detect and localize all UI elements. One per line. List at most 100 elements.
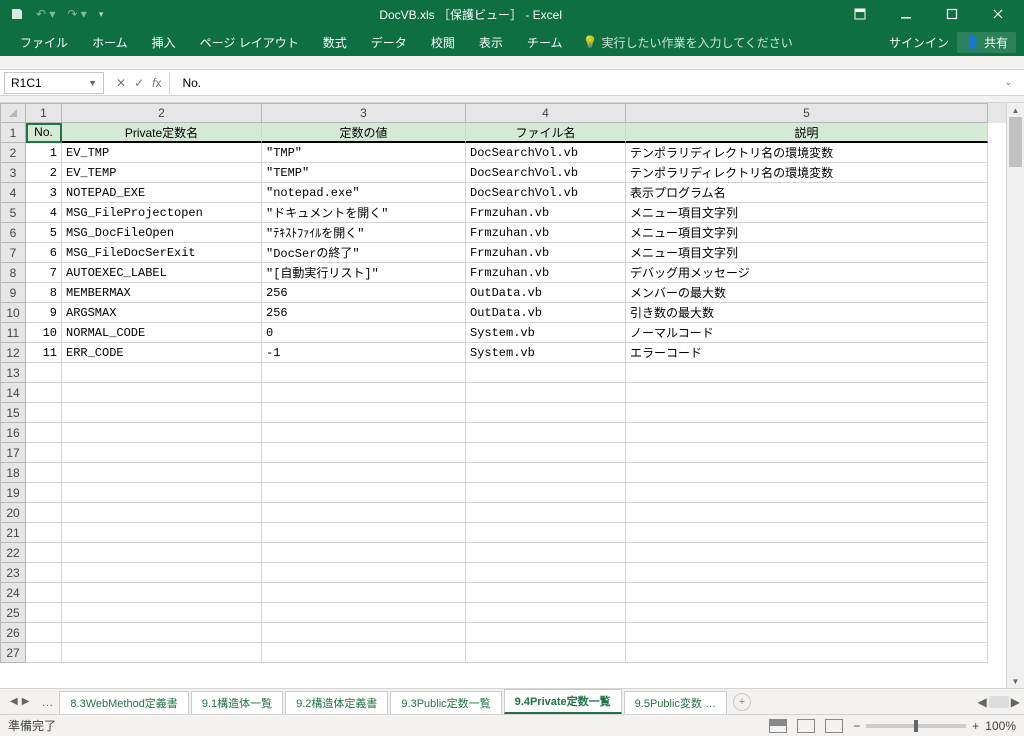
row-header[interactable]: 24 [0,583,26,603]
empty-cell[interactable] [626,563,988,583]
row-header[interactable]: 18 [0,463,26,483]
cancel-icon[interactable]: ✕ [116,76,126,90]
empty-cell[interactable] [262,403,466,423]
redo-icon[interactable]: ↷ ▾ [67,7,86,21]
cell-value[interactable]: "DocSerの終了" [262,243,466,263]
hscroll-right-icon[interactable]: ▶ [1011,695,1020,709]
empty-cell[interactable] [26,363,62,383]
cell-name[interactable]: ARGSMAX [62,303,262,323]
sheet-nav[interactable]: ◀▶ [4,696,35,707]
cell-file[interactable]: DocSearchVol.vb [466,143,626,163]
empty-cell[interactable] [466,403,626,423]
empty-cell[interactable] [26,603,62,623]
sheet-tab[interactable]: 9.3Public定数一覧 [390,691,501,714]
empty-cell[interactable] [466,563,626,583]
tab-view[interactable]: 表示 [467,28,515,56]
empty-cell[interactable] [262,483,466,503]
row-header[interactable]: 10 [0,303,26,323]
col-header-2[interactable]: 2 [62,103,262,123]
empty-cell[interactable] [262,603,466,623]
close-icon[interactable] [976,0,1020,28]
fx-icon[interactable]: fx [152,76,161,90]
empty-cell[interactable] [262,383,466,403]
empty-cell[interactable] [626,403,988,423]
enter-icon[interactable]: ✓ [134,76,144,90]
sheet-prev-icon[interactable]: ◀ [10,696,18,707]
signin-link[interactable]: サインイン [889,34,949,51]
empty-cell[interactable] [62,443,262,463]
cell-file[interactable]: Frmzuhan.vb [466,243,626,263]
row-header[interactable]: 20 [0,503,26,523]
row-header[interactable]: 8 [0,263,26,283]
empty-cell[interactable] [626,523,988,543]
view-normal-icon[interactable] [769,719,787,733]
empty-cell[interactable] [62,403,262,423]
empty-cell[interactable] [62,543,262,563]
empty-cell[interactable] [626,463,988,483]
empty-cell[interactable] [466,483,626,503]
sheet-tab[interactable]: 8.3WebMethod定義書 [59,691,188,714]
sheet-tab[interactable]: 9.5Public変数 … [624,691,727,714]
formula-input[interactable]: No. [182,76,201,90]
row-header[interactable]: 12 [0,343,26,363]
qat-customize-icon[interactable]: ▾ [99,9,104,20]
maximize-icon[interactable] [930,0,974,28]
cell-desc[interactable]: ノーマルコード [626,323,988,343]
cell-no[interactable]: 9 [26,303,62,323]
cell-no[interactable]: 6 [26,243,62,263]
hscroll-thumb[interactable] [989,696,1009,708]
empty-cell[interactable] [466,423,626,443]
row-header[interactable]: 15 [0,403,26,423]
empty-cell[interactable] [466,583,626,603]
cell-desc[interactable]: 表示プログラム名 [626,183,988,203]
col-header-1[interactable]: 1 [26,103,62,123]
empty-cell[interactable] [262,423,466,443]
empty-cell[interactable] [26,403,62,423]
sheet-next-icon[interactable]: ▶ [22,696,30,707]
empty-cell[interactable] [26,443,62,463]
empty-cell[interactable] [262,463,466,483]
sheet-tab[interactable]: 9.4Private定数一覧 [504,689,622,714]
empty-cell[interactable] [62,383,262,403]
tab-page-layout[interactable]: ページ レイアウト [188,28,311,56]
tab-home[interactable]: ホーム [80,28,140,56]
empty-cell[interactable] [466,463,626,483]
tab-data[interactable]: データ [359,28,419,56]
tab-file[interactable]: ファイル [8,28,80,56]
empty-cell[interactable] [626,383,988,403]
expand-formula-icon[interactable]: ⌄ [1004,77,1016,88]
zoom-slider[interactable] [866,724,966,728]
empty-cell[interactable] [466,623,626,643]
empty-cell[interactable] [62,483,262,503]
scroll-down-icon[interactable]: ▼ [1007,674,1024,688]
cell-no[interactable]: 11 [26,343,62,363]
tab-formulas[interactable]: 数式 [311,28,359,56]
empty-cell[interactable] [466,383,626,403]
cell-value[interactable]: 256 [262,283,466,303]
empty-cell[interactable] [626,363,988,383]
empty-cell[interactable] [466,443,626,463]
cell-value[interactable]: "TMP" [262,143,466,163]
cell-file[interactable]: Frmzuhan.vb [466,203,626,223]
cell-name[interactable]: NOTEPAD_EXE [62,183,262,203]
cell-desc[interactable]: メンバーの最大数 [626,283,988,303]
scroll-up-icon[interactable]: ▲ [1007,103,1024,117]
cell-file[interactable]: Frmzuhan.vb [466,263,626,283]
cell-desc[interactable]: メニュー項目文字列 [626,243,988,263]
cell-desc[interactable]: メニュー項目文字列 [626,203,988,223]
empty-cell[interactable] [62,463,262,483]
empty-cell[interactable] [466,643,626,663]
cell-no[interactable]: 10 [26,323,62,343]
header-file[interactable]: ファイル名 [466,123,626,143]
empty-cell[interactable] [62,523,262,543]
cell-name[interactable]: AUTOEXEC_LABEL [62,263,262,283]
empty-cell[interactable] [62,363,262,383]
cell-name[interactable]: EV_TEMP [62,163,262,183]
zoom-out-icon[interactable]: − [853,719,860,733]
empty-cell[interactable] [26,523,62,543]
row-header[interactable]: 21 [0,523,26,543]
cell-name[interactable]: MEMBERMAX [62,283,262,303]
empty-cell[interactable] [62,583,262,603]
empty-cell[interactable] [62,603,262,623]
empty-cell[interactable] [466,363,626,383]
